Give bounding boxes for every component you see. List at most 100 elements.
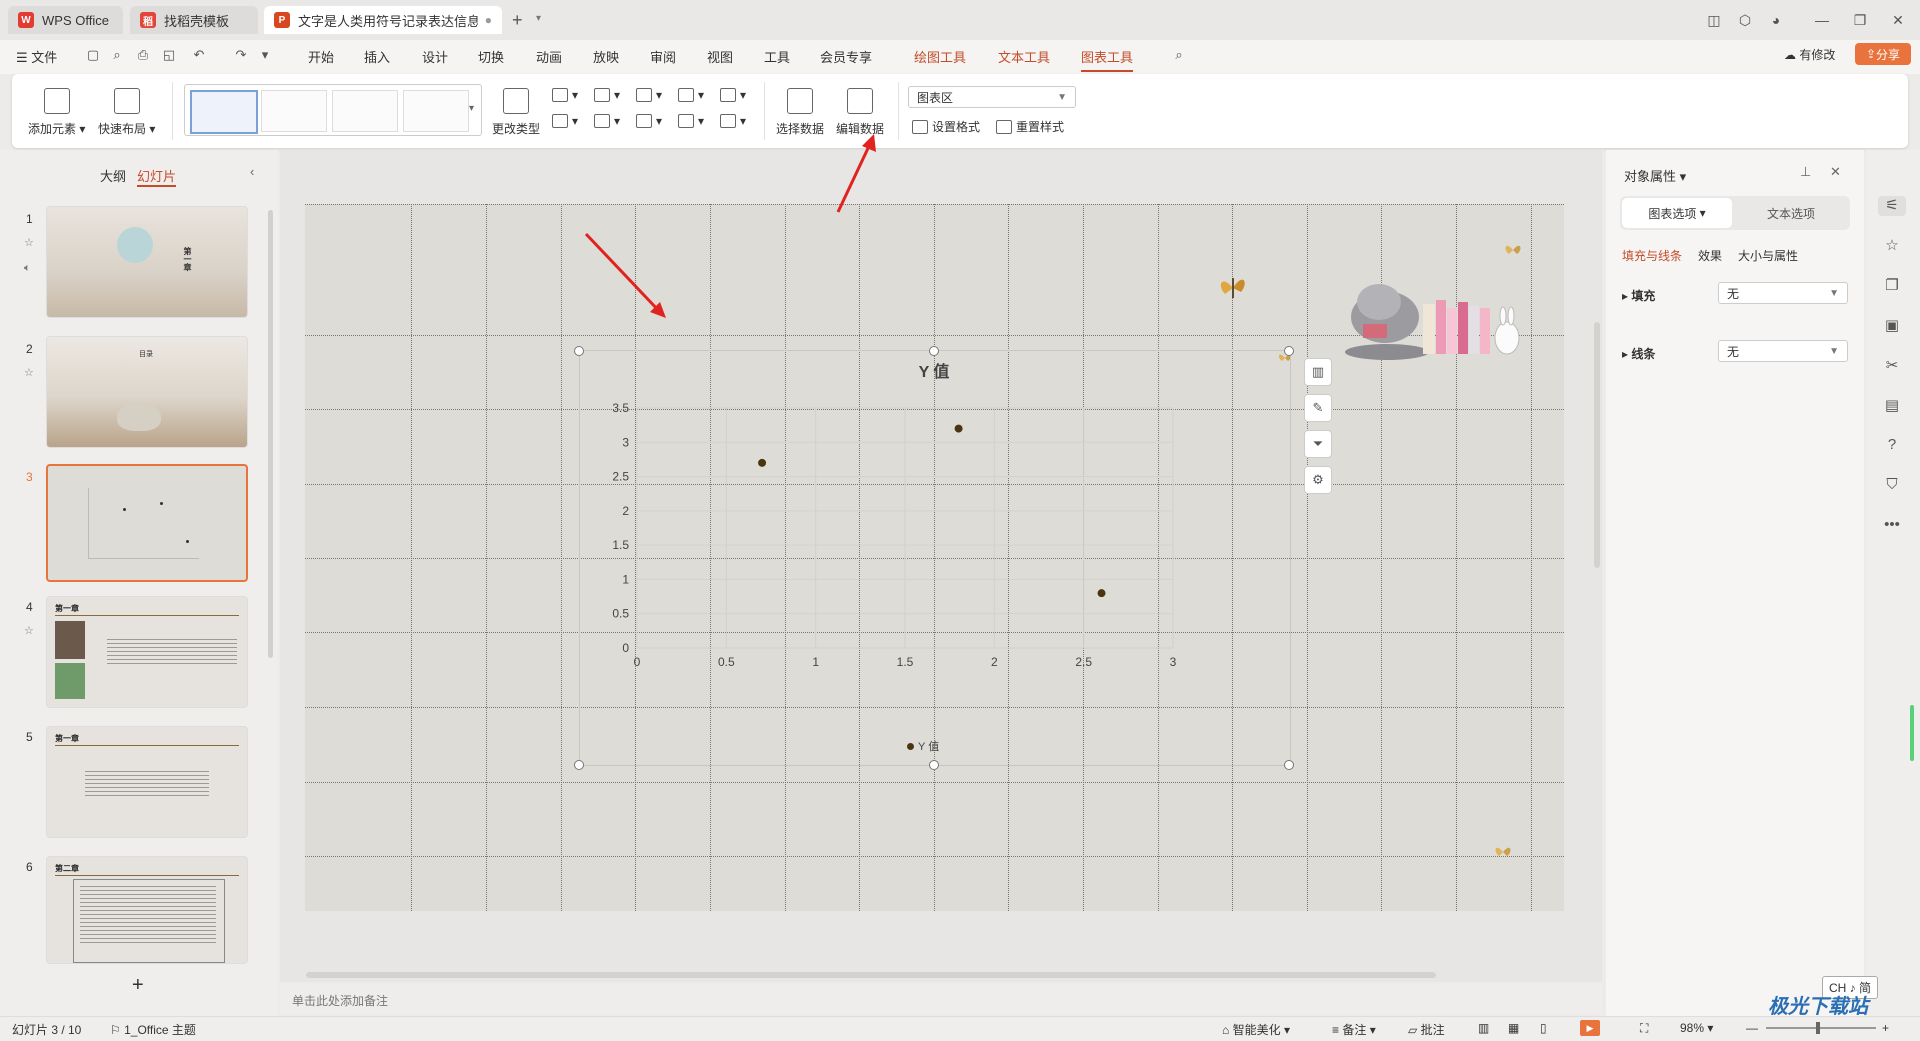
radar-chart-icon[interactable]: ▾	[678, 88, 720, 102]
zoom-slider[interactable]	[1766, 1027, 1876, 1029]
notes-area[interactable]	[280, 984, 1602, 1014]
tab-template[interactable]: 稻 找稻壳模板	[130, 6, 258, 34]
resize-handle-bl[interactable]	[574, 760, 584, 770]
reading-view-icon[interactable]: ▯	[1540, 1021, 1547, 1035]
add-slide-icon[interactable]: +	[132, 974, 144, 997]
menu-member[interactable]: 会员专享	[820, 47, 872, 66]
zoom-out-icon[interactable]: —	[1746, 1021, 1758, 1035]
horizontal-scrollbar[interactable]	[306, 972, 1436, 978]
slide-thumb-5[interactable]: 第一章	[46, 726, 248, 838]
sorter-view-icon[interactable]: ▦	[1508, 1021, 1519, 1035]
change-type-button[interactable]: 更改类型	[492, 88, 540, 137]
slide[interactable]: 0 0.5 1 1.5 2 2.5 3 3.5 0 0.5 1 1.5 2 2.5 3 Y 值 Y 值	[305, 204, 1564, 911]
collapse-panel-icon[interactable]: ‹	[250, 164, 254, 179]
line-chart-icon[interactable]: ▾	[636, 88, 678, 102]
shirt-icon[interactable]: ⛉	[1882, 476, 1902, 496]
menu-animation[interactable]: 动画	[536, 47, 562, 66]
layout-icon[interactable]: ◫	[1700, 8, 1728, 32]
restore-icon[interactable]: ❐	[1846, 8, 1874, 32]
pin-icon[interactable]: ⊥	[1800, 164, 1811, 180]
subtab-fill-line[interactable]: 填充与线条	[1622, 247, 1682, 264]
zoom-slider-thumb[interactable]	[1816, 1022, 1820, 1034]
modified-indicator[interactable]: ☁ 有修改	[1784, 46, 1835, 63]
new-tab-icon[interactable]: +	[512, 10, 523, 31]
subtab-effect[interactable]: 效果	[1698, 247, 1722, 264]
reset-style-button[interactable]: 重置样式	[996, 118, 1064, 135]
print-icon[interactable]: ⎙	[134, 47, 152, 65]
tab-wps-office[interactable]: W WPS Office	[8, 6, 123, 34]
more-icon[interactable]: •••	[1882, 516, 1902, 536]
menu-design[interactable]: 设计	[422, 47, 448, 66]
subtab-size-properties[interactable]: 大小与属性	[1738, 247, 1798, 264]
tab-outline[interactable]: 大纲	[100, 166, 126, 185]
image-edit-icon[interactable]: ▣	[1882, 316, 1902, 336]
scatter-chart[interactable]: 0 0.5 1 1.5 2 2.5 3 3.5 0 0.5 1 1.5 2 2.5 3	[579, 350, 1289, 764]
pie-chart-icon[interactable]: ▾	[636, 114, 678, 128]
tab-document[interactable]: P 文字是人类用符号记录表达信息以... ●	[264, 6, 502, 34]
select-data-button[interactable]: 选择数据	[776, 88, 824, 137]
save-icon[interactable]: ▢	[84, 47, 102, 65]
menu-insert[interactable]: 插入	[364, 47, 390, 66]
book-icon[interactable]: ▤	[1882, 396, 1902, 416]
help-icon[interactable]: ?	[1882, 436, 1902, 456]
bar-chart-icon[interactable]: ▾	[594, 88, 636, 102]
star-icon[interactable]: ☆	[1882, 236, 1902, 256]
menu-review[interactable]: 审阅	[650, 47, 676, 66]
notes-placeholder[interactable]: 单击此处添加备注	[292, 992, 388, 1009]
search-icon[interactable]: ⌕	[1170, 47, 1188, 65]
fill-select[interactable]: 无 ▼	[1718, 282, 1848, 304]
menu-chart-tools[interactable]: 图表工具	[1081, 47, 1134, 72]
area-chart-icon[interactable]: ▾	[552, 114, 594, 128]
notes-toggle-button[interactable]: ≡ 备注 ▾	[1332, 1021, 1376, 1038]
gallery-expand-icon[interactable]: ▾	[469, 103, 474, 114]
menu-tools[interactable]: 工具	[764, 47, 790, 66]
menu-view[interactable]: 视图	[707, 47, 733, 66]
chart-style-brush-icon[interactable]: ✎	[1304, 394, 1332, 422]
search-doc-icon[interactable]: ⌕	[108, 47, 126, 65]
properties-icon[interactable]: ⚟	[1878, 196, 1906, 216]
zoom-level[interactable]: 98% ▾	[1680, 1021, 1713, 1035]
chart-settings-icon[interactable]: ⚙	[1304, 466, 1332, 494]
cube-icon[interactable]: ⬡	[1731, 8, 1759, 32]
add-element-button[interactable]: 添加元素 ▾	[28, 88, 85, 137]
undo-icon[interactable]: ↶	[190, 47, 208, 65]
close-panel-icon[interactable]: ✕	[1830, 164, 1841, 180]
close-tab-icon[interactable]: ●	[485, 13, 492, 27]
chart-legend[interactable]: Y 值	[907, 738, 939, 754]
slide-thumb-2[interactable]: 目录	[46, 336, 248, 448]
resize-handle-b[interactable]	[929, 760, 939, 770]
vertical-scrollbar[interactable]	[1594, 322, 1600, 568]
column-chart-icon[interactable]: ▾	[552, 88, 594, 102]
resize-handle-br[interactable]	[1284, 760, 1294, 770]
slide-thumb-4[interactable]: 第一章	[46, 596, 248, 708]
menu-text-tools[interactable]: 文本工具	[998, 47, 1050, 66]
table-chart-icon[interactable]: ▾	[720, 88, 762, 102]
tab-list-chevron-icon[interactable]: ▾	[536, 13, 541, 24]
quick-layout-button[interactable]: 快速布局 ▾	[98, 88, 155, 137]
redo-icon[interactable]: ↷	[232, 47, 250, 65]
chart-style-gallery[interactable]: ▾	[184, 84, 482, 136]
set-format-button[interactable]: 设置格式	[912, 118, 980, 135]
resize-handle-tr[interactable]	[1284, 346, 1294, 356]
menu-start[interactable]: 开始	[308, 47, 334, 66]
user-avatar-icon[interactable]: ◕	[1762, 8, 1790, 32]
fit-window-icon[interactable]: ⛶	[1640, 1021, 1648, 1036]
tab-chart-options[interactable]: 图表选项 ▾	[1622, 198, 1732, 228]
line-select[interactable]: 无 ▼	[1718, 340, 1848, 362]
resize-handle-tl[interactable]	[574, 346, 584, 356]
chart-style-4[interactable]	[403, 90, 469, 132]
panel-scrollbar[interactable]	[268, 210, 273, 658]
slide-thumb-3[interactable]	[46, 464, 248, 582]
line-section[interactable]: ▸ 线条	[1622, 345, 1655, 362]
chart-style-3[interactable]	[332, 90, 398, 132]
chart-title[interactable]: Y 值	[579, 358, 1289, 382]
print-preview-icon[interactable]: ◱	[160, 47, 178, 65]
copy-icon[interactable]: ❐	[1882, 276, 1902, 296]
menu-drawing-tools[interactable]: 绘图工具	[914, 47, 966, 66]
chart-filter-icon[interactable]: ⏷	[1304, 430, 1332, 458]
tools-icon[interactable]: ✂	[1882, 356, 1902, 376]
chart-elements-icon[interactable]: ▥	[1304, 358, 1332, 386]
chart-element-select[interactable]: 图表区 ▼	[908, 86, 1076, 108]
tab-text-options[interactable]: 文本选项	[1736, 198, 1846, 228]
combo-chart-icon[interactable]: ▾	[720, 114, 762, 128]
